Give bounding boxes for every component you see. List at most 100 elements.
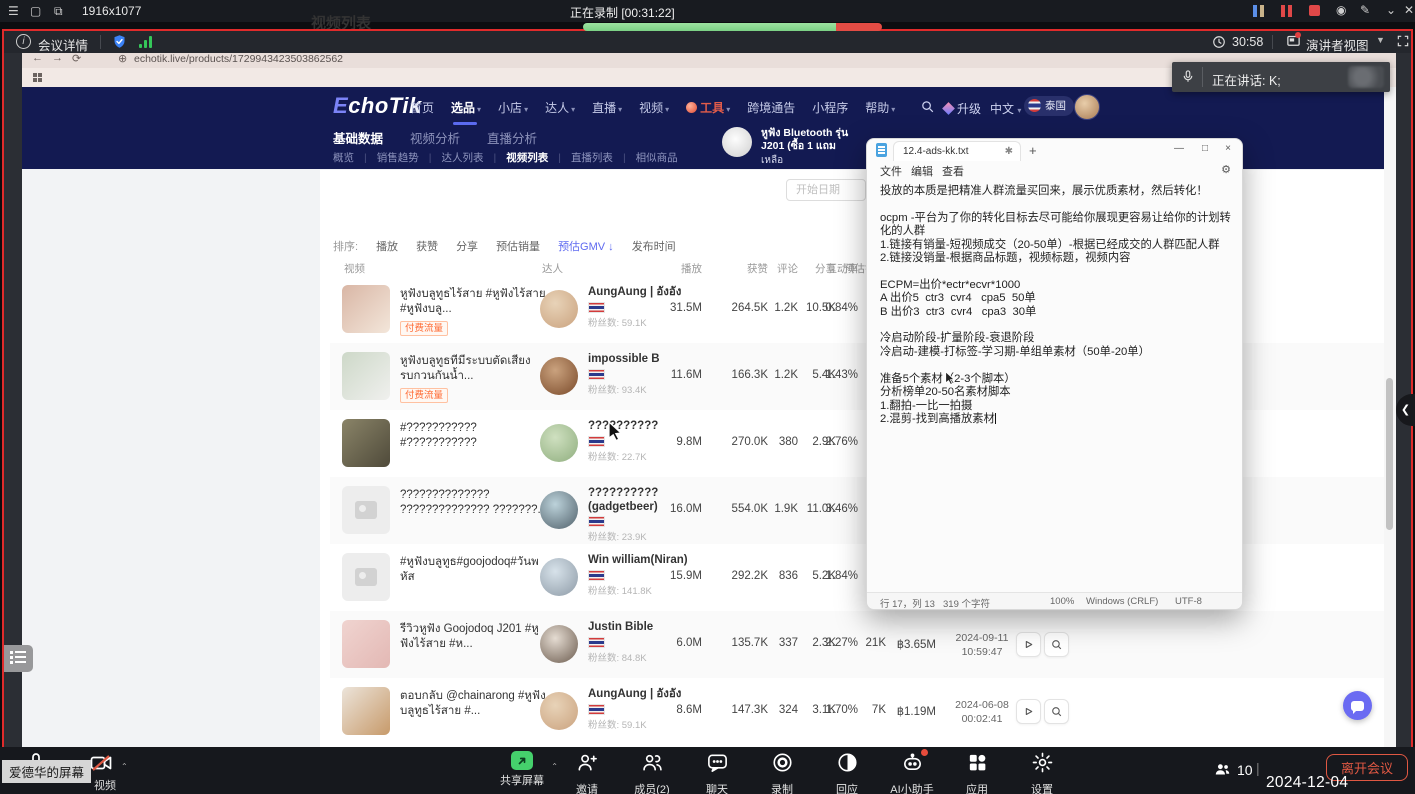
sort-tab[interactable]: 播放 <box>376 238 398 254</box>
settings-button[interactable]: 设置 <box>1020 751 1064 794</box>
nav-item-首页[interactable]: 首页 <box>410 99 434 116</box>
nav-item-帮助[interactable]: 帮助▾ <box>865 99 895 116</box>
video-thumbnail[interactable] <box>342 620 390 668</box>
pen-icon[interactable]: ✎ <box>1360 3 1370 17</box>
network-signal-icon[interactable] <box>139 36 153 48</box>
new-tab-icon[interactable]: + <box>1029 143 1037 158</box>
participant-count[interactable]: 10 <box>1237 762 1253 778</box>
region-selector[interactable]: 泰国 <box>1024 96 1074 116</box>
influencer-avatar[interactable] <box>540 357 578 395</box>
section-link-销售趋势[interactable]: 销售趋势 <box>377 150 419 165</box>
inspect-video-button[interactable] <box>1044 632 1069 657</box>
notepad-text-area[interactable]: 投放的本质是把精准人群流量买回来，展示优质素材，然后转化！ ocpm -平台为了… <box>880 185 1232 426</box>
sort-tab[interactable]: 预估GMV ↓ <box>558 238 614 254</box>
members-button[interactable]: 成员(2) <box>630 751 674 794</box>
security-shield-icon[interactable] <box>112 34 127 52</box>
nav-item-达人[interactable]: 达人▾ <box>545 99 575 116</box>
influencer-avatar[interactable] <box>540 491 578 529</box>
nav-item-视频[interactable]: 视频▾ <box>639 99 669 116</box>
influencer-avatar[interactable] <box>540 424 578 462</box>
section-link-概览[interactable]: 概览 <box>333 150 354 165</box>
nav-item-工具[interactable]: 工具▾ <box>686 99 730 116</box>
video-thumbnail[interactable] <box>342 553 390 601</box>
video-title[interactable]: รีวิวหูฟัง Goojodoq J201 #หูฟังไร้สาย #ห… <box>400 622 552 652</box>
language-selector[interactable]: 中文 ▾ <box>990 100 1021 117</box>
sort-tab[interactable]: 预估销量 <box>496 238 540 254</box>
video-thumbnail[interactable] <box>342 419 390 467</box>
maximize-icon[interactable]: □ <box>1202 143 1208 154</box>
chat-fab-button[interactable] <box>1343 691 1372 720</box>
fullscreen-icon[interactable] <box>1396 34 1410 51</box>
menu-查看[interactable]: 查看 <box>942 163 964 179</box>
zoom-level[interactable]: 100% <box>1050 596 1074 607</box>
chevron-down-icon[interactable]: ⌄ <box>1386 3 1396 17</box>
influencer-name[interactable]: AungAung | อังอัง <box>588 688 694 702</box>
notepad-titlebar[interactable]: 12.4-ads-kk.txt✱ + — □ × <box>867 139 1242 161</box>
react-button[interactable]: 回应 <box>825 751 869 794</box>
chat-button[interactable]: 聊天 <box>695 751 739 794</box>
view-mode-selector[interactable]: 演讲者视图 <box>1306 35 1369 54</box>
play-video-button[interactable] <box>1016 699 1041 724</box>
capture-region-icon[interactable]: ⧉ <box>54 4 63 19</box>
start-date-input[interactable]: 开始日期 <box>786 179 866 201</box>
nav-item-直播[interactable]: 直播▾ <box>592 99 622 116</box>
influencer-name[interactable]: impossible B <box>588 353 694 367</box>
gear-icon[interactable]: ⚙ <box>1221 163 1231 176</box>
inspect-video-button[interactable] <box>1044 699 1069 724</box>
share-button[interactable]: 共享屏幕⌃ <box>500 751 544 794</box>
ai-button[interactable]: AI小助手 <box>890 751 934 794</box>
apps-grid-icon[interactable] <box>33 73 42 82</box>
video-title[interactable]: หูฟังบลูทูธที่มีระบบตัดเสียงรบกวนกันน้ำ.… <box>400 354 552 384</box>
sort-tab[interactable]: 分享 <box>456 238 478 254</box>
apps-button[interactable]: 应用 <box>955 751 999 794</box>
section-link-达人列表[interactable]: 达人列表 <box>441 150 483 165</box>
camera-button[interactable] <box>88 751 114 780</box>
sort-tab[interactable]: 发布时间 <box>632 238 676 254</box>
avatar[interactable] <box>1074 94 1100 120</box>
section-link-视频列表[interactable]: 视频列表 <box>506 150 548 165</box>
menu-编辑[interactable]: 编辑 <box>911 163 933 179</box>
camera-options-icon[interactable]: ⌃ <box>121 762 128 771</box>
sort-tab[interactable]: 获赞 <box>416 238 438 254</box>
influencer-avatar[interactable] <box>540 625 578 663</box>
tab-基础数据[interactable]: 基础数据 <box>333 128 383 147</box>
video-thumbnail[interactable] <box>342 285 390 333</box>
influencer-avatar[interactable] <box>540 558 578 596</box>
tab-直播分析[interactable]: 直播分析 <box>487 128 537 147</box>
meeting-details-button[interactable]: 会议详情 <box>38 35 88 54</box>
close-icon[interactable]: ✕ <box>1404 3 1414 17</box>
camera-capture-icon[interactable]: ◉ <box>1336 3 1346 17</box>
close-icon[interactable]: × <box>1225 143 1231 154</box>
upgrade-button[interactable]: 升级 <box>944 100 981 117</box>
video-thumbnail[interactable] <box>342 687 390 735</box>
play-video-button[interactable] <box>1016 632 1041 657</box>
window-icon[interactable]: ▢ <box>30 4 41 18</box>
influencer-avatar[interactable] <box>540 290 578 328</box>
menu-文件[interactable]: 文件 <box>880 163 902 179</box>
influencer-name[interactable]: Win william(Niran) <box>588 554 694 568</box>
minimize-icon[interactable]: — <box>1174 143 1184 154</box>
video-title[interactable]: หูฟังบลูทูธไร้สาย #หูฟังไร้สาย #หูฟังบลู… <box>400 287 552 317</box>
echotik-logo[interactable]: EchoTik <box>333 93 422 119</box>
stop-recording-icon[interactable] <box>1309 5 1320 16</box>
tab-视频分析[interactable]: 视频分析 <box>410 128 460 147</box>
share-options-icon[interactable]: ⌃ <box>551 762 558 771</box>
nav-item-小程序[interactable]: 小程序 <box>812 99 848 116</box>
video-title[interactable]: #หูฟังบลูทูธ#goojodoq#วันพหัส <box>400 555 552 585</box>
site-info-icon[interactable]: ⊕ <box>118 52 127 65</box>
encoding[interactable]: UTF-8 <box>1175 596 1202 607</box>
video-title[interactable]: #??????????? #??????????? #?????????????… <box>400 421 552 452</box>
pause-recording-icon[interactable] <box>1281 4 1295 18</box>
video-title[interactable]: ?????????????? ?????????????? ???????... <box>400 488 552 518</box>
video-thumbnail[interactable] <box>342 352 390 400</box>
product-summary[interactable]: หูฟัง Bluetooth รุ่น J201 (ซื้อ 1 แถม เห… <box>722 127 871 168</box>
invite-button[interactable]: 邀请 <box>565 751 609 794</box>
video-title[interactable]: ตอบกลับ @chainarong #หูฟังบลูทูธไร้สาย #… <box>400 689 552 719</box>
line-endings[interactable]: Windows (CRLF) <box>1086 596 1158 607</box>
video-thumbnail[interactable] <box>342 486 390 534</box>
nav-item-选品[interactable]: 选品▾ <box>451 99 481 116</box>
influencer-avatar[interactable] <box>540 692 578 730</box>
floating-list-toggle[interactable] <box>4 645 33 672</box>
scrollbar[interactable] <box>1384 87 1396 756</box>
scrollbar-thumb[interactable] <box>1386 378 1393 530</box>
